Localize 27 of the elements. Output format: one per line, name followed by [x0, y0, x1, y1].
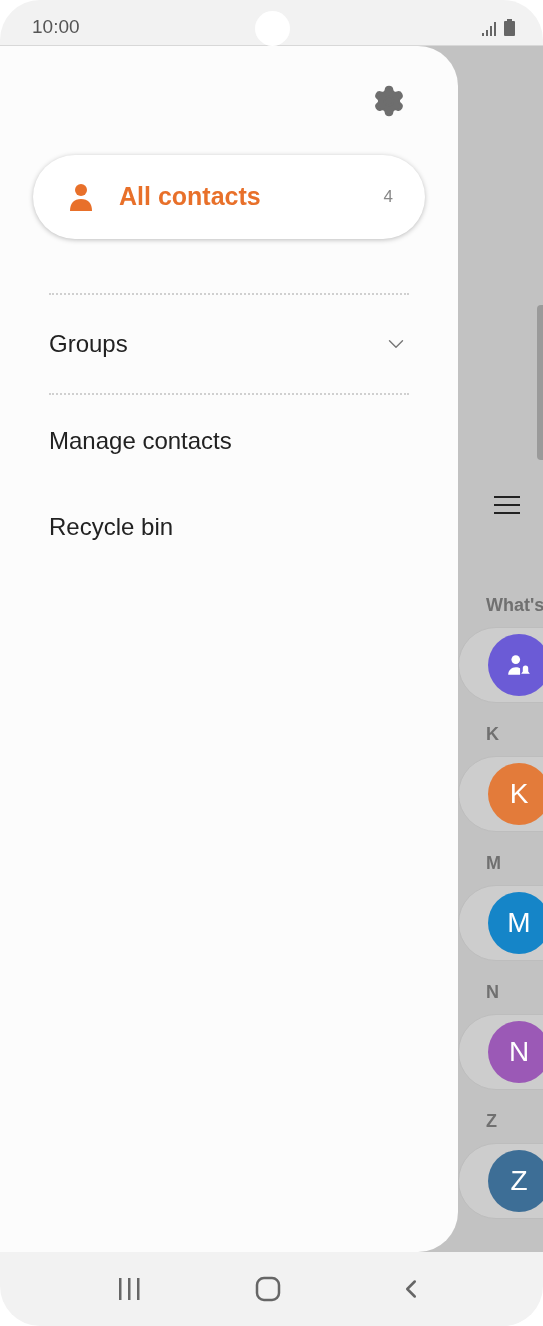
drawer-menu-item[interactable]: Manage contacts: [49, 423, 409, 459]
groups-row[interactable]: Groups: [49, 295, 409, 393]
menu-icon[interactable]: [494, 496, 520, 514]
signal-icon: [482, 22, 496, 36]
battery-icon: [504, 19, 515, 36]
section-header: N: [486, 981, 500, 1003]
avatar-initial: M: [507, 909, 531, 937]
contact-card[interactable]: [458, 627, 543, 703]
section-header: What's: [486, 594, 543, 616]
status-time: 10:00: [32, 15, 80, 40]
settings-icon[interactable]: [372, 84, 406, 118]
contact-card[interactable]: M: [458, 885, 543, 961]
all-contacts-button[interactable]: All contacts 4: [33, 155, 425, 239]
section-header: Z: [486, 1110, 498, 1132]
avatar-initial: N: [508, 1038, 530, 1066]
home-icon[interactable]: [255, 1276, 282, 1302]
section-header: M: [486, 852, 502, 874]
drawer-menu-item[interactable]: Recycle bin: [49, 509, 409, 545]
section-header: K: [486, 723, 500, 745]
contact-card[interactable]: Z: [458, 1143, 543, 1219]
contact-card[interactable]: N: [458, 1014, 543, 1090]
avatar-initial: K: [509, 780, 529, 808]
person-icon: [69, 183, 93, 211]
recent-apps-icon[interactable]: [117, 1278, 142, 1300]
contact-card[interactable]: K: [458, 756, 543, 832]
avatar-initial: Z: [510, 1167, 528, 1195]
person-bell-icon: [506, 652, 532, 678]
